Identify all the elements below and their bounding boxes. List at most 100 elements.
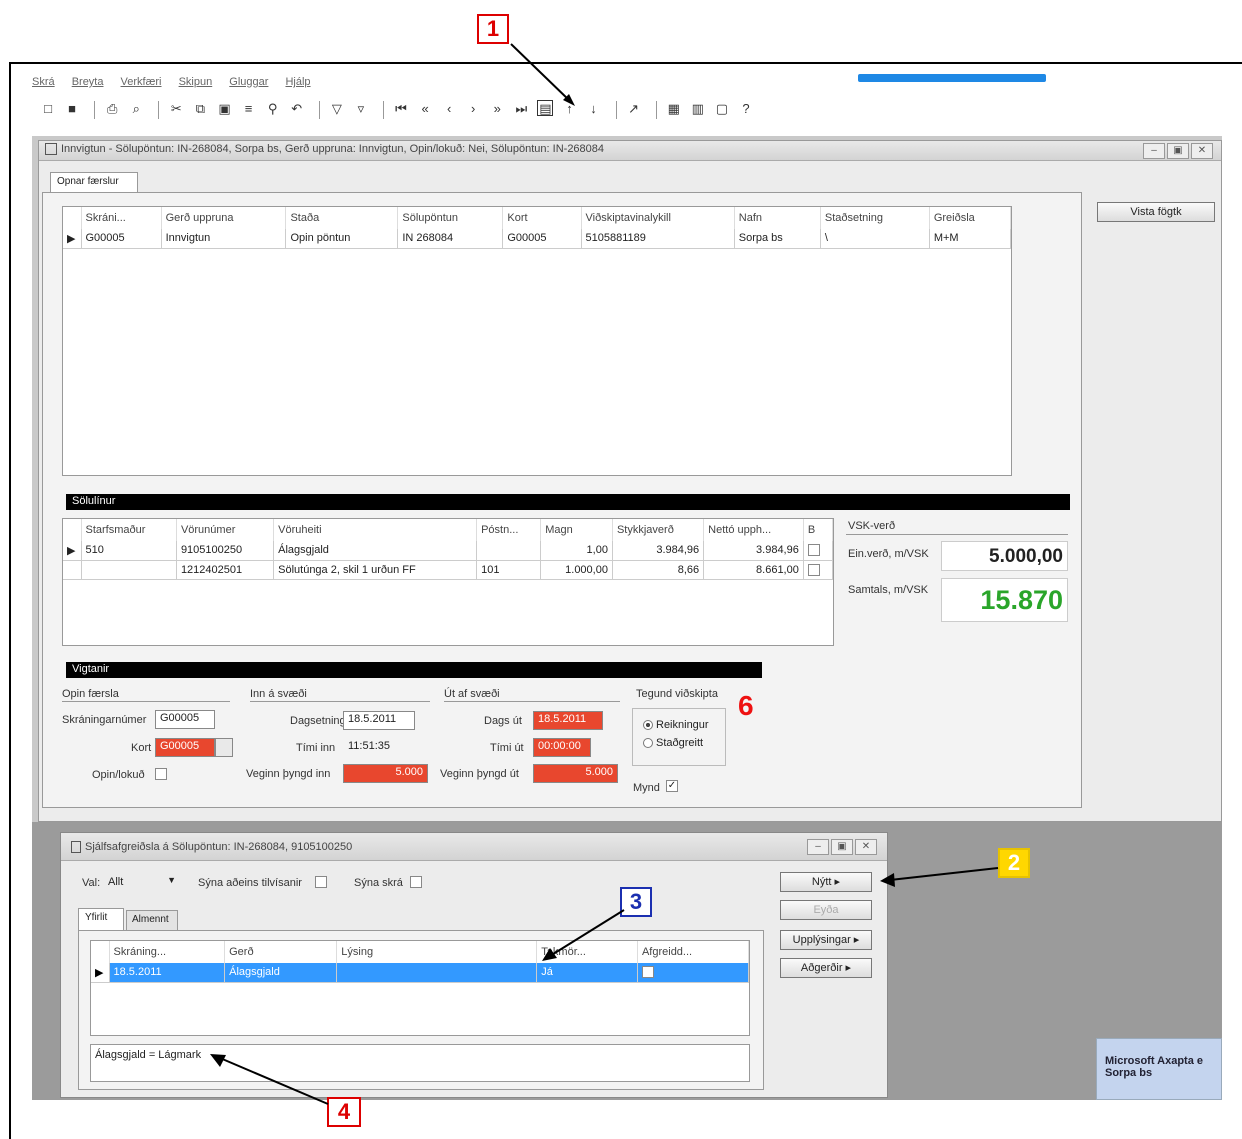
table-row[interactable]: 1212402501 Sölutúnga 2, skil 1 urðun FF 10…	[63, 560, 834, 580]
show-all-checkbox[interactable]	[410, 876, 422, 888]
sort-desc-icon[interactable]: ↓	[586, 101, 602, 117]
card-field[interactable]: G00005	[155, 738, 215, 757]
table-icon[interactable]: ▢	[714, 101, 730, 117]
column-header[interactable]: Greiðsla	[929, 207, 1012, 229]
column-header[interactable]: Skráni...	[81, 207, 162, 229]
sub-maximize-button[interactable]: ▣	[831, 839, 853, 855]
column-header[interactable]: Stykkjaverð	[612, 519, 705, 541]
table-cell: Sölutúnga 2, skil 1 urðun FF	[273, 560, 478, 580]
column-header[interactable]: Staða	[285, 207, 399, 229]
chart-icon[interactable]: ▥	[690, 101, 706, 117]
delete-button[interactable]: Eyða	[780, 900, 872, 920]
sub-minimize-button[interactable]: –	[807, 839, 829, 855]
column-header[interactable]: Viðskiptavinalykill	[581, 207, 735, 229]
next-page-icon[interactable]: »	[489, 101, 505, 117]
first-record-icon[interactable]: ⏮	[393, 101, 409, 117]
table-row[interactable]: ▶ G00005 Innvigtun Opin pöntun IN 268084 G000…	[63, 229, 1012, 249]
column-header[interactable]: Gerð	[224, 941, 338, 963]
menu-bar: Skrá Breyta Verkfæri Skipun Gluggar Hjál…	[32, 76, 325, 92]
photo-checkbox[interactable]: ✓	[666, 780, 678, 792]
column-header[interactable]: Vörunúmer	[176, 519, 275, 541]
tab-general[interactable]: Almennt	[126, 910, 178, 930]
table-cell: G00005	[502, 229, 582, 249]
delete-icon[interactable]: ≡	[241, 101, 257, 117]
filter-off-icon[interactable]: ▿	[353, 101, 369, 117]
menu-help[interactable]: Hjálp	[285, 76, 310, 88]
new-button[interactable]: Nýtt ▸	[780, 872, 872, 892]
table-cell: 510	[81, 541, 177, 561]
row-indicator: ▶	[63, 229, 82, 249]
weight-in-field[interactable]: 5.000	[343, 764, 428, 783]
table-row[interactable]: ▶ 510 9105100250 Álagsgjald 1,00 3.984,96 3.98…	[63, 541, 834, 561]
grid-icon[interactable]: ▦	[666, 101, 682, 117]
menu-command[interactable]: Skipun	[179, 76, 213, 88]
column-header[interactable]: Vöruheiti	[273, 519, 478, 541]
sub-close-button[interactable]: ✕	[855, 839, 877, 855]
time-out-label: Tími út	[490, 742, 524, 754]
self-service-grid: Skráning... Gerð Lýsing Takmör... Afgreidd..…	[90, 940, 750, 1036]
radio-cash[interactable]: Staðgreitt	[643, 737, 725, 749]
line-checkbox[interactable]	[803, 560, 834, 580]
maximize-button[interactable]: ▣	[1167, 143, 1189, 159]
help-icon[interactable]: ?	[738, 101, 754, 117]
new-icon[interactable]: □	[40, 101, 56, 117]
weight-out-field[interactable]: 5.000	[533, 764, 618, 783]
column-header[interactable]: Kort	[502, 207, 582, 229]
column-header[interactable]: Starfsmaður	[81, 519, 177, 541]
cut-icon[interactable]: ✂	[168, 101, 184, 117]
print-preview-icon[interactable]: ⌕	[128, 101, 144, 117]
menu-windows[interactable]: Gluggar	[229, 76, 268, 88]
save-button[interactable]: Vista fögtk	[1097, 202, 1215, 222]
time-in-field[interactable]: 11:51:35	[343, 738, 415, 757]
go-to-main-table-icon[interactable]: ↗	[626, 101, 642, 117]
table-row[interactable]: ▶ 18.5.2011 Álagsgjald Já	[91, 963, 750, 983]
radio-invoice[interactable]: Reikningur	[643, 719, 725, 731]
view-select[interactable]: Allt ▼	[104, 874, 180, 892]
column-header[interactable]: Sölupöntun	[397, 207, 504, 229]
date-out-field[interactable]: 18.5.2011	[533, 711, 603, 730]
next-record-icon[interactable]: ›	[465, 101, 481, 117]
minimize-button[interactable]: –	[1143, 143, 1165, 159]
close-button[interactable]: ✕	[1191, 143, 1213, 159]
column-header[interactable]: Nafn	[734, 207, 821, 229]
column-header[interactable]: Staðsetning	[820, 207, 930, 229]
column-header[interactable]: Gerð uppruna	[161, 207, 287, 229]
save-icon[interactable]: ■	[64, 101, 80, 117]
copy-icon[interactable]: ⧉	[192, 101, 208, 117]
tab-open-records[interactable]: Opnar færslur	[50, 172, 138, 192]
column-header[interactable]: Magn	[540, 519, 613, 541]
table-cell: IN 268084	[397, 229, 504, 249]
notification-toast[interactable]: Microsoft Axapta e Sorpa bs	[1096, 1038, 1222, 1100]
print-icon[interactable]: ⎙	[104, 101, 120, 117]
undo-icon[interactable]: ↶	[289, 101, 305, 117]
column-header[interactable]: Nettó upph...	[703, 519, 804, 541]
prev-record-icon[interactable]: ‹	[441, 101, 457, 117]
find-icon[interactable]: ⚲	[265, 101, 281, 117]
toolbar: □ ■ ⎙ ⌕ ✂ ⧉ ▣ ≡ ⚲ ↶ ▽ ▿ ⏮ « ‹ › » ⏭ ▤ ↑ …	[40, 100, 759, 122]
filter-icon[interactable]: ▽	[329, 101, 345, 117]
cell-processed[interactable]	[637, 963, 750, 983]
column-header[interactable]: Afgreidd...	[637, 941, 750, 963]
card-lookup-button[interactable]	[215, 738, 233, 757]
time-out-field[interactable]: 00:00:00	[533, 738, 591, 757]
line-checkbox[interactable]	[803, 541, 834, 561]
paste-icon[interactable]: ▣	[217, 101, 233, 117]
table-cell	[81, 560, 177, 580]
show-active-checkbox[interactable]	[315, 876, 327, 888]
column-header[interactable]: B	[803, 519, 834, 541]
license-field[interactable]: G00005	[155, 710, 215, 729]
functions-button[interactable]: Aðgerðir ▸	[780, 958, 872, 978]
date-in-field[interactable]: 18.5.2011	[343, 711, 415, 730]
column-header[interactable]: Lýsing	[336, 941, 538, 963]
menu-file[interactable]: Skrá	[32, 76, 55, 88]
menu-edit[interactable]: Breyta	[72, 76, 104, 88]
tab-overview[interactable]: Yfirlit	[78, 908, 124, 930]
menu-tools[interactable]: Verkfæri	[121, 76, 162, 88]
column-header[interactable]: Póstn...	[476, 519, 542, 541]
table-cell: Innvigtun	[161, 229, 287, 249]
column-header[interactable]: Skráning...	[109, 941, 226, 963]
prev-page-icon[interactable]: «	[417, 101, 433, 117]
note-field[interactable]: Álagsgjald = Lágmark	[90, 1044, 750, 1082]
open-closed-checkbox[interactable]	[155, 768, 167, 780]
info-button[interactable]: Upplýsingar ▸	[780, 930, 872, 950]
